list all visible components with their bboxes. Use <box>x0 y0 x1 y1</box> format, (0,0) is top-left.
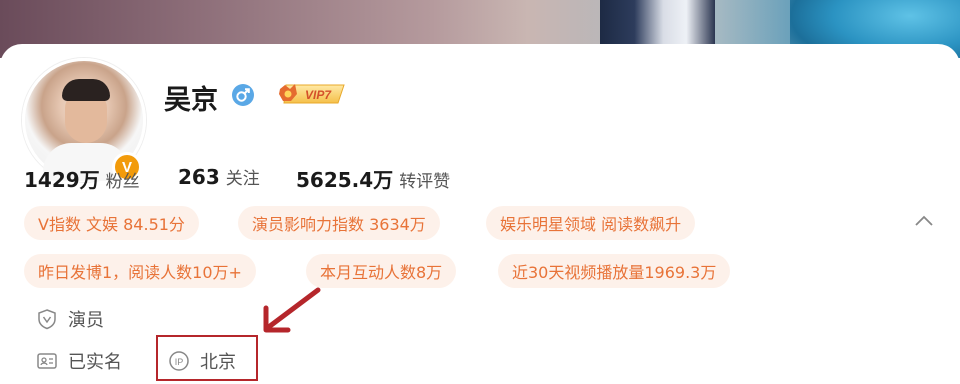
vip-badge[interactable]: VIP7 <box>278 81 348 107</box>
male-symbol-icon <box>232 84 254 106</box>
info-verification: 已实名 <box>36 348 122 374</box>
annotation-arrow-icon <box>263 287 321 333</box>
info-occupation: 演员 <box>36 306 104 332</box>
shield-v-icon <box>38 309 56 330</box>
stat-label: 关注 <box>225 169 260 189</box>
tag-actor-influence[interactable]: 演员影响力指数 3634万 <box>238 206 440 240</box>
stat-value: 263 <box>178 165 220 189</box>
stat-value: 1429万 <box>24 168 100 192</box>
avatar-hair <box>62 79 110 101</box>
occupation-text: 演员 <box>68 310 104 331</box>
vip-label: VIP7 <box>305 88 332 102</box>
id-card-icon <box>37 353 57 369</box>
tag-monthly-interactions[interactable]: 本月互动人数8万 <box>306 254 457 288</box>
verification-text: 已实名 <box>68 352 122 373</box>
profile-name: 吴京 <box>164 85 218 116</box>
stat-value: 5625.4万 <box>296 168 394 192</box>
stat-label: 粉丝 <box>105 172 140 192</box>
tag-entertainment-reads[interactable]: 娱乐明星领域 阅读数飙升 <box>486 206 696 240</box>
tag-video-plays[interactable]: 近30天视频播放量1969.3万 <box>498 254 731 288</box>
stat-following[interactable]: 263 关注 <box>178 164 260 189</box>
profile-card: V 吴京 VIP7 1429万 粉丝 263 关注 5625.4万 转评赞 V指数 文… <box>0 44 960 384</box>
tag-v-index[interactable]: V指数 文娱 84.51分 <box>24 206 199 240</box>
ip-highlight-box <box>156 335 258 381</box>
stat-reposts-comments-likes[interactable]: 5625.4万 转评赞 <box>296 164 450 193</box>
tag-yesterday-posts[interactable]: 昨日发博1，阅读人数10万+ <box>24 254 256 288</box>
chevron-up-icon[interactable] <box>914 214 934 228</box>
stat-followers[interactable]: 1429万 粉丝 <box>24 164 140 193</box>
stat-label: 转评赞 <box>399 172 451 192</box>
